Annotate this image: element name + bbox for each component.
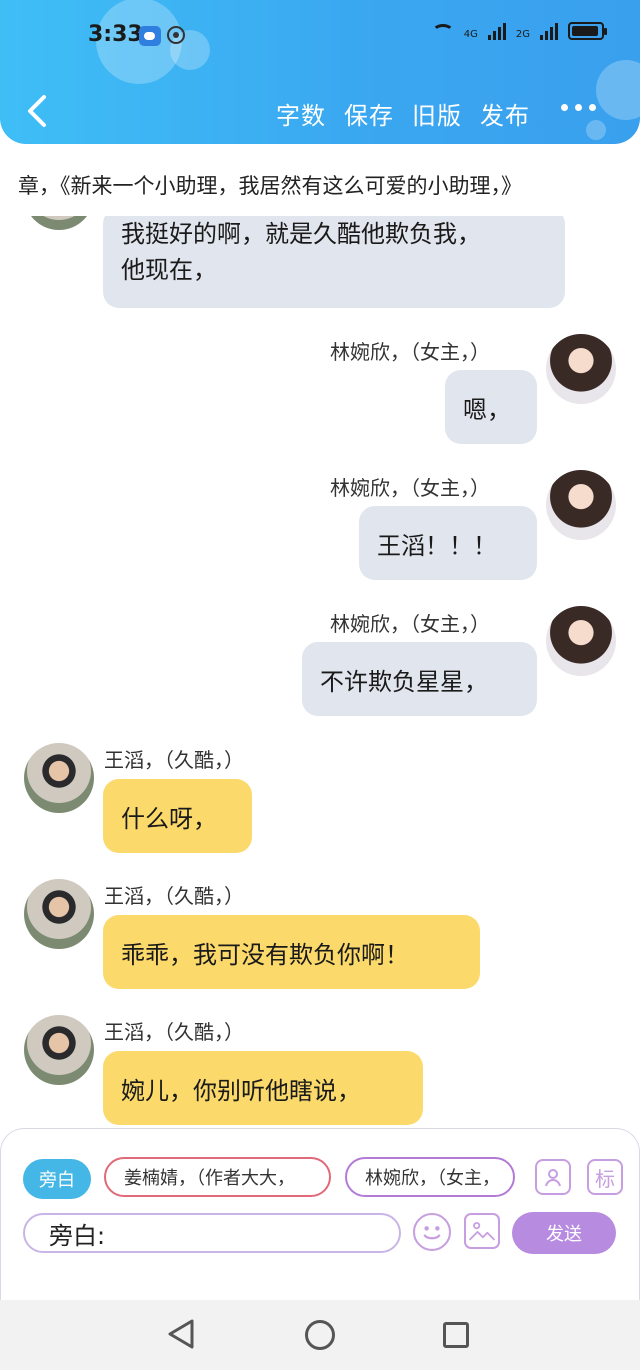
save-button[interactable]: 保存 (344, 96, 394, 131)
mark-button[interactable]: 标 (587, 1159, 623, 1195)
person-card-icon[interactable] (535, 1159, 571, 1195)
system-back-icon[interactable] (166, 1317, 196, 1351)
decorative-bubble (596, 60, 640, 120)
message-text-line: 我挺好的啊，就是久酷他欺负我， (121, 220, 481, 248)
chat-list[interactable]: 我挺好的啊，就是久酷他欺负我， 他现在， 林婉欣，（女主，） 嗯， 林婉欣，（女… (0, 216, 640, 1128)
message-bubble[interactable]: 嗯， (445, 370, 537, 444)
female-avatar[interactable] (546, 470, 616, 540)
message-input[interactable] (105, 1221, 366, 1245)
message-text: 不许欺负星星， (320, 667, 488, 696)
system-home-icon[interactable] (305, 1320, 335, 1350)
message-text: 王滔！！！ (377, 531, 497, 560)
message-text: 婉儿，你别听他瞎说， (121, 1076, 361, 1105)
female-avatar[interactable] (546, 334, 616, 404)
message-text: 乖乖，我可没有欺负你啊！ (121, 940, 409, 969)
author-role-chip[interactable]: 姜楠婧，（作者大大， (104, 1157, 331, 1197)
system-navigation-bar (0, 1300, 640, 1370)
male-avatar[interactable] (24, 216, 94, 230)
message-bubble[interactable]: 我挺好的啊，就是久酷他欺负我， 他现在， (103, 216, 565, 308)
top-app-bar: 3:33 4G 2G 字数 保存 旧版 发布 (0, 0, 640, 144)
sender-name: 林婉欣，（女主，） (330, 476, 490, 500)
female-avatar[interactable] (546, 606, 616, 676)
word-count-button[interactable]: 字数 (276, 96, 326, 131)
image-icon[interactable] (464, 1213, 500, 1249)
sender-name: 林婉欣，（女主，） (330, 612, 490, 636)
wifi-icon (431, 24, 454, 40)
location-icon (167, 26, 185, 44)
chapter-title: 章，《新来一个小助理，我居然有这么可爱的小助理，》 (0, 156, 640, 216)
heroine-role-chip[interactable]: 林婉欣，（女主， (345, 1157, 515, 1197)
male-avatar[interactable] (24, 743, 94, 813)
more-icon[interactable] (561, 104, 596, 111)
battery-icon (568, 22, 607, 40)
sender-name: 王滔，（久酷，） (104, 884, 244, 908)
sender-name: 林婉欣，（女主，） (330, 340, 490, 364)
male-avatar[interactable] (24, 879, 94, 949)
weather-app-icon (139, 26, 161, 46)
decorative-bubble (586, 120, 606, 140)
network-type-1: 4G (463, 29, 478, 40)
message-input-field[interactable]: 旁白: (23, 1213, 401, 1253)
person-icon (545, 1169, 561, 1187)
back-arrow-icon[interactable] (24, 94, 54, 128)
message-bubble[interactable]: 乖乖，我可没有欺负你啊！ (103, 915, 480, 989)
message-text: 什么呀， (121, 804, 217, 833)
message-bubble[interactable]: 不许欺负星星， (302, 642, 537, 716)
emoji-icon[interactable] (413, 1213, 451, 1251)
status-time: 3:33 (88, 22, 143, 47)
header-actions: 字数 保存 旧版 发布 (276, 96, 530, 131)
message-text-line: 他现在， (121, 256, 217, 284)
sender-name: 王滔，（久酷，） (104, 748, 244, 772)
message-bubble[interactable]: 王滔！！！ (359, 506, 537, 580)
male-avatar[interactable] (24, 1015, 94, 1085)
signal-icon (487, 23, 506, 40)
composer-panel: 旁白 姜楠婧，（作者大大， 林婉欣，（女主， 标 旁白: 发送 (0, 1128, 640, 1300)
message-bubble[interactable]: 什么呀， (103, 779, 252, 853)
message-text: 嗯， (463, 395, 511, 424)
status-indicators: 4G 2G (431, 22, 607, 40)
publish-button[interactable]: 发布 (480, 96, 530, 131)
sender-name: 王滔，（久酷，） (104, 1020, 244, 1044)
message-bubble[interactable]: 婉儿，你别听他瞎说， (103, 1051, 423, 1125)
network-type-2: 2G (515, 29, 530, 40)
system-recents-icon[interactable] (443, 1322, 469, 1348)
input-prefix: 旁白: (49, 1221, 106, 1250)
narration-role-chip[interactable]: 旁白 (23, 1159, 91, 1199)
old-version-button[interactable]: 旧版 (412, 96, 462, 131)
signal-icon (540, 23, 558, 40)
send-button[interactable]: 发送 (512, 1212, 616, 1254)
